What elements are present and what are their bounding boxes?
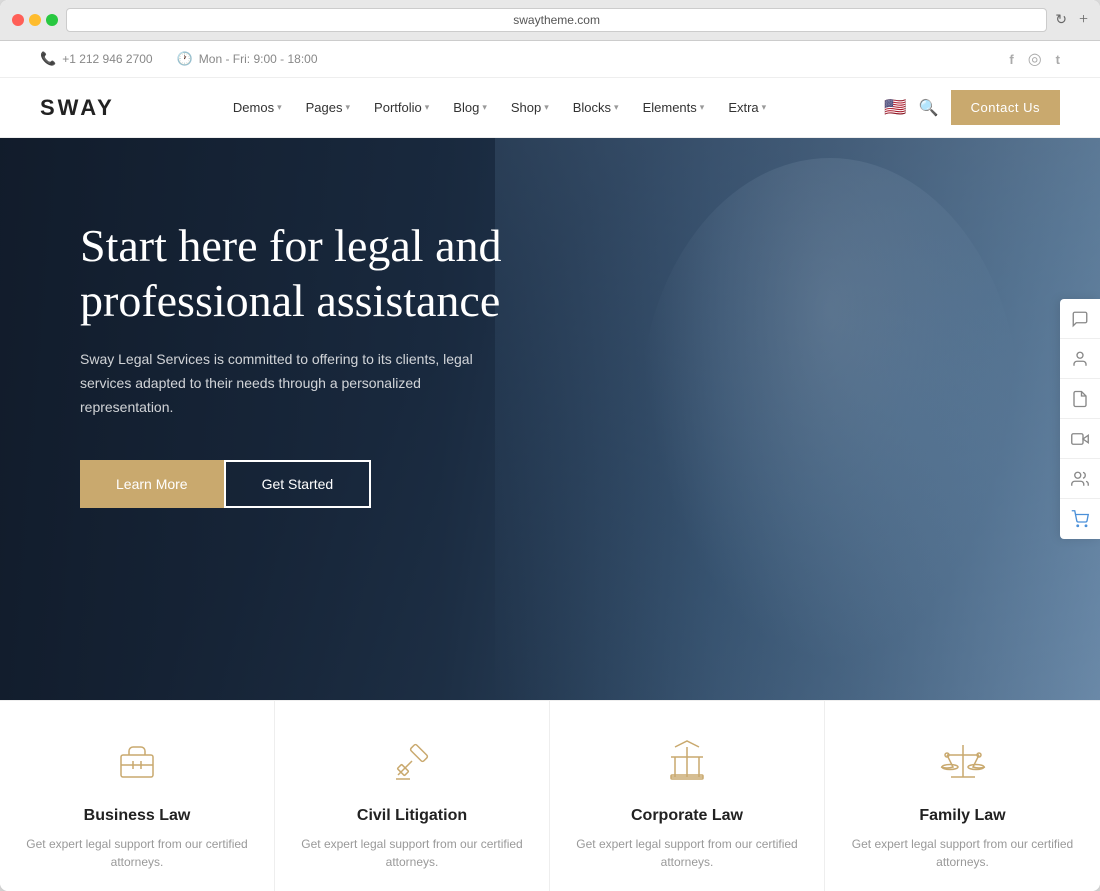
chevron-down-icon: ▾ [762, 102, 767, 113]
website-content: 📞 +1 212 946 2700 🕐 Mon - Fri: 9:00 - 18… [0, 41, 1100, 891]
language-flag[interactable]: 🇺🇸 [884, 97, 906, 118]
nav-blog[interactable]: Blog ▾ [443, 92, 497, 123]
dot-green[interactable] [46, 14, 58, 26]
chevron-down-icon: ▾ [700, 102, 705, 113]
top-bar-right: f ◎ t [1009, 49, 1060, 69]
site-logo[interactable]: SWAY [40, 95, 115, 121]
nav-pages[interactable]: Pages ▾ [296, 92, 360, 123]
url-bar[interactable]: swaytheme.com [66, 8, 1047, 32]
phone-number: +1 212 946 2700 [62, 52, 152, 66]
get-started-button[interactable]: Get Started [224, 460, 372, 508]
chat-icon-button[interactable] [1060, 299, 1100, 339]
service-desc-business: Get expert legal support from our certif… [20, 835, 254, 871]
nav-blocks[interactable]: Blocks ▾ [563, 92, 629, 123]
clock-icon: 🕐 [177, 51, 193, 67]
scale-icon [933, 731, 993, 791]
hero-content: Start here for legal and professional as… [0, 138, 600, 588]
dot-red[interactable] [12, 14, 24, 26]
video-icon-button[interactable] [1060, 419, 1100, 459]
top-bar-left: 📞 +1 212 946 2700 🕐 Mon - Fri: 9:00 - 18… [40, 51, 318, 67]
service-title-business: Business Law [20, 807, 254, 825]
service-civil-litigation[interactable]: Civil Litigation Get expert legal suppor… [275, 701, 550, 891]
nav-elements[interactable]: Elements ▾ [633, 92, 715, 123]
cart-icon-button[interactable] [1060, 499, 1100, 539]
gavel-icon [382, 731, 442, 791]
new-tab-button[interactable]: + [1079, 11, 1088, 29]
twitter-icon[interactable]: t [1056, 52, 1060, 67]
refresh-button[interactable]: ↻ [1055, 12, 1067, 29]
service-desc-corporate: Get expert legal support from our certif… [570, 835, 804, 871]
contacts-icon-button[interactable] [1060, 459, 1100, 499]
phone-item: 📞 +1 212 946 2700 [40, 51, 153, 67]
contact-us-button[interactable]: Contact Us [951, 90, 1060, 125]
service-business-law[interactable]: Business Law Get expert legal support fr… [0, 701, 275, 891]
business-hours: Mon - Fri: 9:00 - 18:00 [199, 52, 318, 66]
service-title-family: Family Law [845, 807, 1080, 825]
court-icon [657, 731, 717, 791]
nav-menu: Demos ▾ Pages ▾ Portfolio ▾ Blog ▾ Shop [223, 92, 776, 123]
nav-shop[interactable]: Shop ▾ [501, 92, 559, 123]
search-button[interactable]: 🔍 [919, 98, 939, 118]
service-title-civil: Civil Litigation [295, 807, 529, 825]
hours-item: 🕐 Mon - Fri: 9:00 - 18:00 [177, 51, 318, 67]
service-family-law[interactable]: Family Law Get expert legal support from… [825, 701, 1100, 891]
navbar: SWAY Demos ▾ Pages ▾ Portfolio ▾ Blog ▾ [0, 78, 1100, 138]
chevron-down-icon: ▾ [614, 102, 619, 113]
nav-extra[interactable]: Extra ▾ [718, 92, 776, 123]
nav-demos[interactable]: Demos ▾ [223, 92, 292, 123]
user-icon-button[interactable] [1060, 339, 1100, 379]
nav-right: 🇺🇸 🔍 Contact Us [884, 90, 1060, 125]
document-icon-button[interactable] [1060, 379, 1100, 419]
browser-dots [12, 14, 58, 26]
service-corporate-law[interactable]: Corporate Law Get expert legal support f… [550, 701, 825, 891]
hero-title: Start here for legal and professional as… [80, 218, 520, 328]
services-section: Business Law Get expert legal support fr… [0, 700, 1100, 891]
sidebar-right [1060, 299, 1100, 539]
hero-section: Start here for legal and professional as… [0, 138, 1100, 700]
chevron-down-icon: ▾ [482, 102, 487, 113]
browser-chrome: swaytheme.com ↻ + [0, 0, 1100, 41]
service-desc-civil: Get expert legal support from our certif… [295, 835, 529, 871]
dot-yellow[interactable] [29, 14, 41, 26]
instagram-icon[interactable]: ◎ [1028, 49, 1042, 69]
service-title-corporate: Corporate Law [570, 807, 804, 825]
chevron-down-icon: ▾ [277, 102, 282, 113]
chevron-down-icon: ▾ [346, 102, 351, 113]
person-highlight [640, 158, 1020, 664]
top-bar: 📞 +1 212 946 2700 🕐 Mon - Fri: 9:00 - 18… [0, 41, 1100, 78]
chevron-down-icon: ▾ [544, 102, 549, 113]
facebook-icon[interactable]: f [1009, 52, 1013, 67]
hero-subtitle: Sway Legal Services is committed to offe… [80, 348, 500, 419]
service-desc-family: Get expert legal support from our certif… [845, 835, 1080, 871]
chevron-down-icon: ▾ [425, 102, 430, 113]
hero-buttons: Learn More Get Started [80, 460, 520, 508]
learn-more-button[interactable]: Learn More [80, 460, 224, 508]
phone-icon: 📞 [40, 51, 56, 67]
briefcase-icon [107, 731, 167, 791]
nav-portfolio[interactable]: Portfolio ▾ [364, 92, 439, 123]
browser-window: swaytheme.com ↻ + 📞 +1 212 946 2700 🕐 Mo… [0, 0, 1100, 891]
